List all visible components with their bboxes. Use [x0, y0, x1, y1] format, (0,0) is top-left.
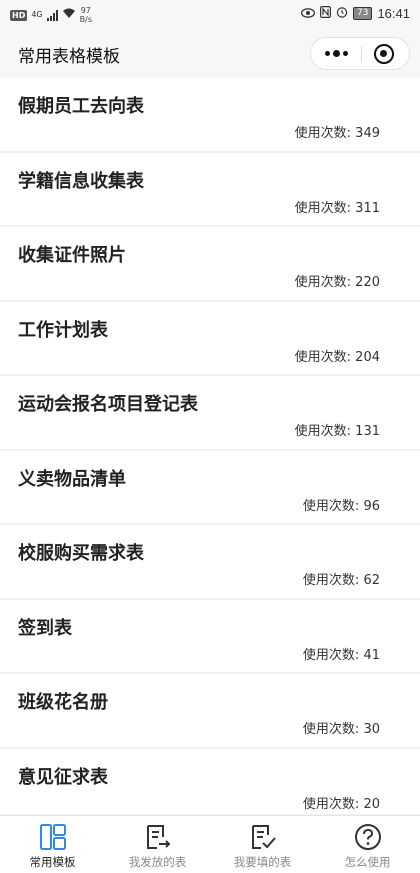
item-title: 义卖物品清单 [18, 468, 126, 490]
usage-count: 使用次数: 349 [295, 122, 380, 141]
item-title: 学籍信息收集表 [18, 170, 144, 192]
item-title: 意见征求表 [18, 766, 108, 788]
count-value: 20 [363, 796, 380, 812]
usage-count: 使用次数: 20 [303, 793, 380, 812]
tab-label: 怎么使用 [344, 855, 391, 869]
item-title: 工作计划表 [18, 319, 108, 341]
form-check-icon [251, 825, 276, 849]
help-icon [354, 824, 381, 850]
usage-count: 使用次数: 62 [303, 569, 380, 588]
template-grid-icon [39, 824, 66, 850]
usage-count: 使用次数: 30 [303, 718, 380, 737]
wifi-icon [62, 8, 76, 22]
count-label: 使用次数: [294, 424, 352, 439]
more-dot-icon [324, 51, 330, 56]
status-right: 73 16:41 [300, 6, 410, 21]
item-title: 收集证件照片 [18, 245, 126, 266]
count-value: 311 [355, 200, 380, 216]
list-item[interactable]: 假期员工去向表 使用次数: 349 [0, 78, 420, 151]
item-title: 运动会报名项目登记表 [18, 394, 198, 415]
tab-label: 我发放的表 [128, 855, 187, 869]
list-item[interactable]: 签到表 使用次数: 41 [0, 599, 420, 672]
tab-common-templates[interactable]: 常用模板 [0, 816, 105, 873]
count-label: 使用次数: [294, 275, 352, 290]
count-label: 使用次数: [302, 796, 360, 812]
list-item[interactable]: 学籍信息收集表 使用次数: 311 [0, 152, 420, 225]
alarm-icon [336, 6, 348, 21]
eye-icon [300, 7, 316, 21]
network-speed: 97 B/s [80, 6, 92, 24]
template-list: 假期员工去向表 使用次数: 349 学籍信息收集表 使用次数: 311 收集证件… [0, 78, 420, 814]
tab-my-sent-forms[interactable]: 我发放的表 [105, 816, 210, 873]
count-value: 62 [363, 573, 380, 588]
usage-count: 使用次数: 204 [295, 346, 380, 365]
tab-forms-to-fill[interactable]: 我要填的表 [210, 816, 315, 873]
list-item[interactable]: 运动会报名项目登记表 使用次数: 131 [0, 376, 420, 449]
page-title: 常用表格模板 [18, 47, 120, 67]
status-bar: HD 4G 97 B/s 73 16:41 [0, 0, 420, 30]
capsule-divider [361, 46, 362, 62]
tab-label: 我要填的表 [233, 855, 292, 869]
count-label: 使用次数: [302, 722, 360, 737]
list-item[interactable]: 工作计划表 使用次数: 204 [0, 301, 420, 374]
count-value: 96 [363, 498, 380, 514]
count-value: 204 [355, 349, 380, 365]
list-item[interactable]: 收集证件照片 使用次数: 220 [0, 227, 420, 300]
clock-time: 16:41 [377, 6, 410, 21]
hd-badge: HD [10, 9, 28, 21]
list-item[interactable]: 班级花名册 使用次数: 30 [0, 674, 420, 747]
count-label: 使用次数: [294, 200, 352, 216]
usage-count: 使用次数: 96 [303, 495, 380, 514]
usage-count: 使用次数: 220 [295, 271, 380, 290]
usage-count: 使用次数: 41 [303, 644, 380, 663]
list-item[interactable]: 义卖物品清单 使用次数: 96 [0, 450, 420, 523]
speed-value: 97 [80, 6, 91, 15]
form-send-icon [146, 825, 170, 849]
item-title: 班级花名册 [18, 692, 108, 713]
usage-count: 使用次数: 131 [295, 420, 380, 439]
count-value: 41 [363, 647, 380, 663]
more-dot-icon [332, 50, 340, 57]
tab-label: 常用模板 [29, 855, 76, 869]
count-label: 使用次数: [302, 647, 360, 663]
item-title: 假期员工去向表 [18, 96, 144, 117]
count-label: 使用次数: [302, 498, 360, 514]
nfc-icon [320, 6, 332, 21]
count-value: 220 [355, 275, 380, 290]
count-value: 131 [355, 424, 380, 439]
count-value: 30 [363, 722, 380, 737]
signal-icon [46, 9, 58, 21]
list-item[interactable]: 校服购买需求表 使用次数: 62 [0, 525, 420, 598]
speed-unit: B/s [79, 15, 92, 24]
count-label: 使用次数: [302, 573, 360, 588]
tab-bar: 常用模板 我发放的表 我要填的表 怎么使用 [0, 815, 420, 873]
item-title: 校服购买需求表 [18, 543, 144, 564]
nav-bar: 常用表格模板 [0, 30, 420, 78]
more-dot-icon [342, 51, 348, 56]
network-type: 4G [31, 10, 43, 19]
miniprogram-capsule [310, 37, 410, 70]
count-label: 使用次数: [294, 349, 352, 365]
more-button[interactable] [311, 38, 361, 69]
list-item[interactable]: 意见征求表 使用次数: 20 [0, 748, 420, 814]
usage-count: 使用次数: 311 [295, 197, 380, 216]
close-target-icon[interactable] [374, 44, 394, 64]
count-value: 349 [355, 126, 380, 141]
status-left: HD 4G 97 B/s [10, 6, 92, 24]
tab-how-to-use[interactable]: 怎么使用 [315, 816, 420, 873]
item-title: 签到表 [18, 617, 72, 639]
battery-icon: 73 [353, 7, 373, 20]
count-label: 使用次数: [294, 126, 352, 141]
